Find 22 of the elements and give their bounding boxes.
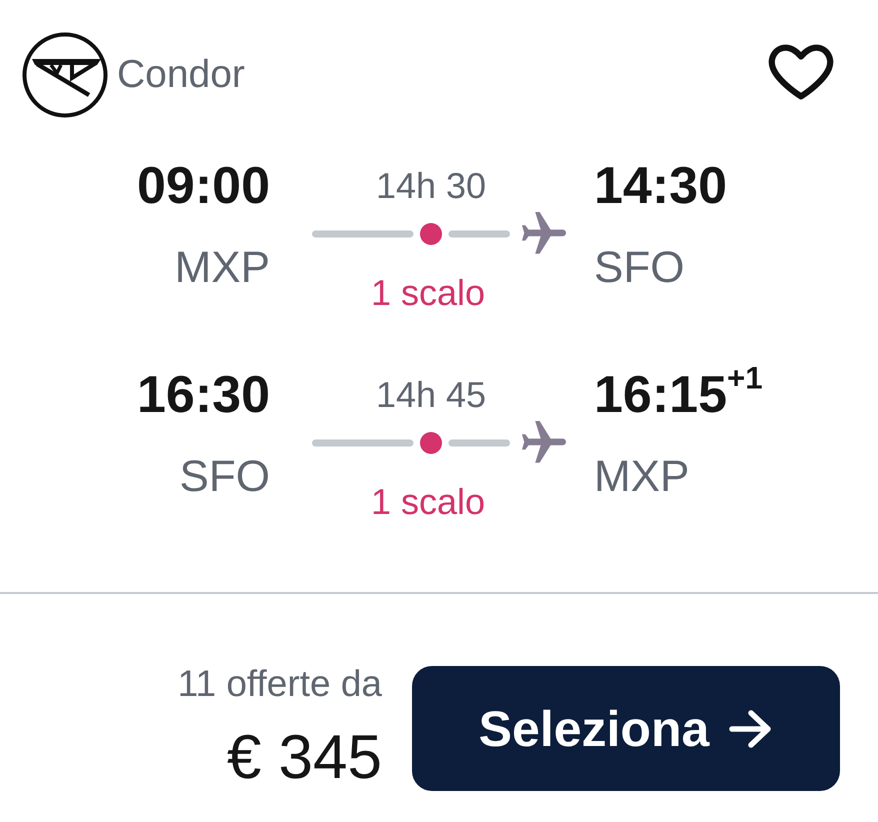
price: € 345 — [226, 724, 382, 792]
airline-logo-icon — [22, 32, 108, 118]
stop-dot-icon — [420, 223, 442, 245]
departure-time: 09:00 — [137, 162, 270, 210]
departure-airport: SFO — [180, 451, 270, 503]
departure-airport: MXP — [174, 242, 270, 294]
stop-dot-icon — [420, 432, 442, 454]
heart-icon[interactable] — [768, 44, 834, 100]
arrival-airport: MXP — [594, 451, 690, 503]
airplane-icon — [522, 421, 566, 465]
select-button[interactable]: Seleziona — [412, 666, 840, 791]
arrow-right-icon — [729, 710, 774, 748]
flight-duration: 14h 30 — [376, 164, 486, 208]
arrival-airport: SFO — [594, 242, 684, 294]
flight-duration: 14h 45 — [376, 373, 486, 417]
airline-name: Condor — [117, 52, 245, 98]
stops-label: 1 scalo — [370, 271, 486, 315]
offers-count: 11 offerte da — [178, 666, 382, 702]
departure-time: 16:30 — [137, 371, 270, 419]
arrival-time: 14:30 — [594, 162, 727, 210]
stops-label: 1 scalo — [370, 480, 486, 524]
airplane-icon — [522, 212, 566, 256]
